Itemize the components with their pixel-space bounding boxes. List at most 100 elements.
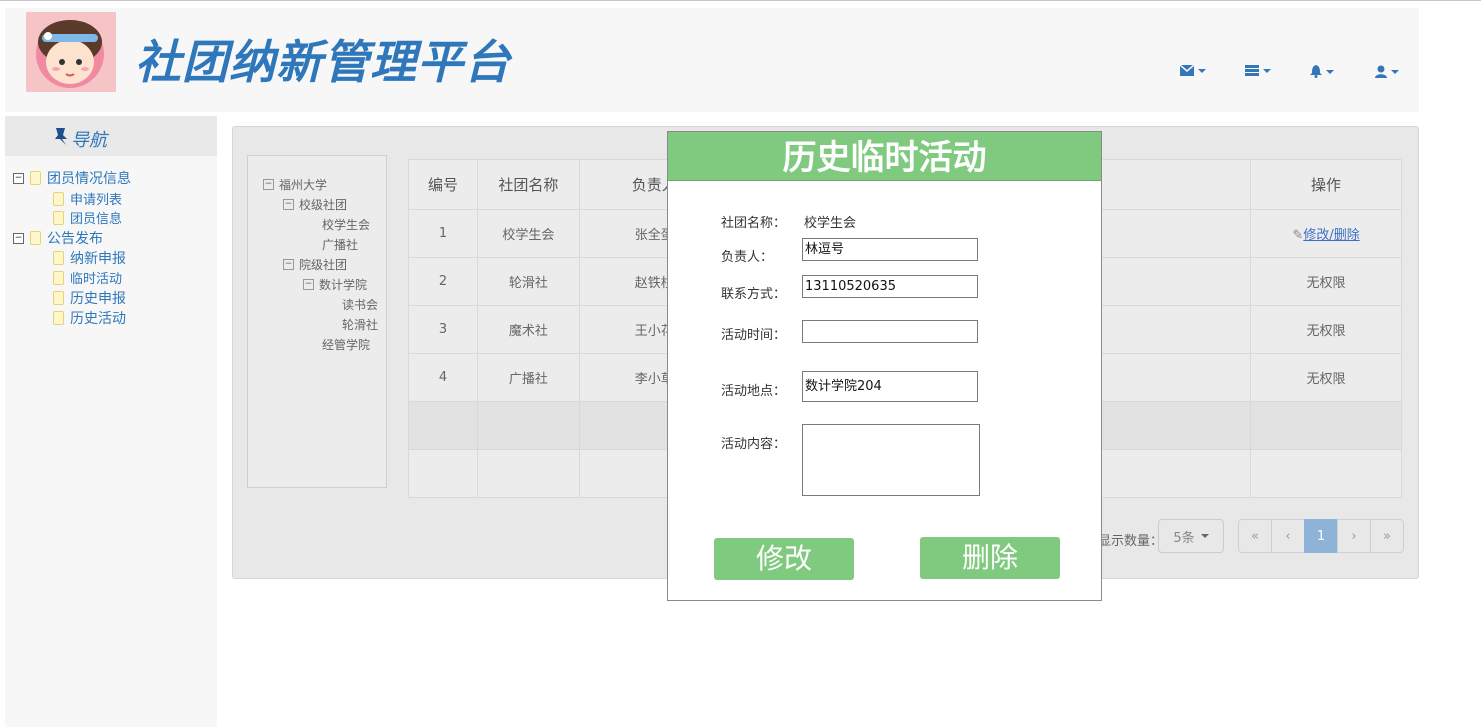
file-icon	[53, 251, 64, 265]
sidebar-item-label: 历史活动	[70, 311, 126, 327]
cell-club: 轮滑社	[476, 257, 580, 306]
collapse-icon[interactable]: −	[263, 179, 274, 190]
time-label: 活动时间：	[721, 328, 787, 343]
envelope-icon	[1180, 65, 1194, 76]
last-page-button[interactable]: »	[1370, 519, 1404, 553]
time-input[interactable]	[802, 320, 978, 343]
file-icon	[53, 291, 64, 305]
cell-no: 1	[408, 209, 478, 258]
sidebar-item-member-info[interactable]: 团员信息	[53, 208, 122, 227]
collapse-icon[interactable]: −	[13, 172, 24, 184]
sidebar-item-label: 临时活动	[70, 272, 123, 287]
sidebar-item-history-activity[interactable]: 历史活动	[53, 308, 126, 328]
notifications-menu[interactable]	[1310, 65, 1334, 78]
org-node-college[interactable]: − 数计学院	[303, 276, 367, 293]
page-button[interactable]: 1	[1304, 519, 1338, 553]
cell-no: 4	[408, 353, 478, 402]
org-node-label: 福州大学	[279, 178, 328, 192]
sidebar-item-label: 申请列表	[70, 193, 123, 208]
site-title: 社团纳新管理平台	[135, 35, 511, 89]
org-node-club[interactable]: 读书会	[342, 296, 378, 313]
nav-title: 导航	[71, 130, 107, 151]
sidebar-group-members[interactable]: − 团员情况信息	[13, 168, 131, 188]
file-icon	[53, 191, 64, 206]
mail-menu[interactable]	[1180, 65, 1206, 76]
org-node-club[interactable]: 广播社	[322, 236, 358, 253]
sidebar-item-apply-list[interactable]: 申请列表	[53, 189, 122, 208]
collapse-icon[interactable]: −	[283, 259, 294, 270]
sidebar-group-announcements[interactable]: − 公告发布	[13, 228, 103, 248]
contact-label: 联系方式：	[721, 287, 787, 302]
content-label: 活动内容：	[721, 437, 787, 452]
sidebar-item-label: 团员信息	[70, 212, 123, 227]
org-node-school-level[interactable]: − 校级社团	[283, 196, 347, 213]
contact-input[interactable]: 13110520635	[802, 275, 978, 298]
org-node-college-level[interactable]: − 院级社团	[283, 256, 347, 273]
folder-icon	[30, 231, 41, 245]
collapse-icon[interactable]: −	[303, 279, 314, 290]
org-node-label: 轮滑社	[342, 318, 379, 332]
file-icon	[53, 270, 64, 285]
file-icon	[53, 210, 64, 225]
content-textarea[interactable]	[802, 424, 980, 496]
folder-icon	[30, 171, 41, 185]
org-node-college[interactable]: 经管学院	[322, 336, 370, 353]
page-size-select[interactable]: 5条	[1158, 519, 1224, 553]
cell-club: 校学生会	[476, 209, 580, 258]
cell-no: 3	[408, 305, 478, 354]
leader-input[interactable]: 林逗号	[802, 238, 978, 261]
edit-button[interactable]: 修改	[714, 538, 854, 580]
next-page-button[interactable]: ›	[1337, 519, 1371, 553]
org-node-club[interactable]: 校学生会	[322, 216, 370, 233]
chevron-down-icon	[1198, 68, 1206, 73]
cell-club: 魔术社	[476, 305, 580, 354]
sidebar-item-label: 纳新申报	[70, 251, 126, 267]
logo	[26, 12, 116, 92]
org-node-club[interactable]: 轮滑社	[342, 316, 378, 333]
list-icon	[1245, 65, 1259, 76]
tasks-menu[interactable]	[1245, 65, 1271, 76]
edit-delete-link[interactable]: 修改/删除	[1303, 228, 1359, 243]
modal-header: 历史临时活动	[668, 132, 1101, 181]
leader-label: 负责人：	[721, 250, 774, 265]
org-node-label: 数计学院	[319, 278, 368, 292]
column-header: 编号	[408, 159, 478, 210]
sidebar-group-label: 公告发布	[47, 231, 103, 247]
org-node-label: 院级社团	[299, 258, 348, 272]
place-label: 活动地点：	[721, 384, 787, 399]
pushpin-icon	[55, 128, 67, 145]
org-node-university[interactable]: − 福州大学	[263, 176, 327, 193]
sidebar-group-label: 团员情况信息	[47, 171, 131, 187]
user-menu[interactable]	[1375, 65, 1399, 78]
org-node-label: 广播社	[322, 238, 359, 252]
delete-button[interactable]: 删除	[920, 537, 1060, 579]
header: 社团纳新管理平台	[5, 8, 1419, 112]
org-tree: − 福州大学 − 校级社团 校学生会 广播社 − 院级社团 − 数计学院 读书会…	[247, 155, 387, 488]
pagination: « ‹ 1 › »	[1238, 519, 1404, 553]
chevron-down-icon	[1391, 69, 1399, 74]
first-page-button[interactable]: «	[1238, 519, 1272, 553]
cell-no: 2	[408, 257, 478, 306]
collapse-icon[interactable]: −	[283, 199, 294, 210]
cell-club: 广播社	[476, 353, 580, 402]
collapse-icon[interactable]: −	[13, 232, 24, 244]
column-header: 社团名称	[476, 159, 580, 210]
nav-header: 导航	[5, 116, 217, 156]
sidebar-item-temp-activity[interactable]: 临时活动	[53, 268, 122, 287]
bell-icon	[1310, 65, 1322, 78]
sidebar-item-history-report[interactable]: 历史申报	[53, 288, 126, 308]
page-size-value: 5条	[1173, 530, 1195, 546]
prev-page-button[interactable]: ‹	[1271, 519, 1305, 553]
cell-op: 无权限	[1250, 353, 1402, 402]
club-label: 社团名称：	[721, 216, 787, 231]
user-icon	[1375, 65, 1387, 78]
sidebar-item-recruit-report[interactable]: 纳新申报	[53, 248, 126, 268]
avatar-logo-icon	[36, 20, 104, 88]
column-header: 操作	[1250, 159, 1402, 210]
chevron-down-icon	[1200, 534, 1209, 538]
cell-op: ✎修改/删除	[1250, 209, 1402, 258]
org-node-label: 经管学院	[322, 338, 371, 352]
org-node-label: 读书会	[342, 298, 379, 312]
place-input[interactable]: 数计学院204	[802, 371, 978, 402]
chevron-down-icon	[1326, 69, 1334, 74]
